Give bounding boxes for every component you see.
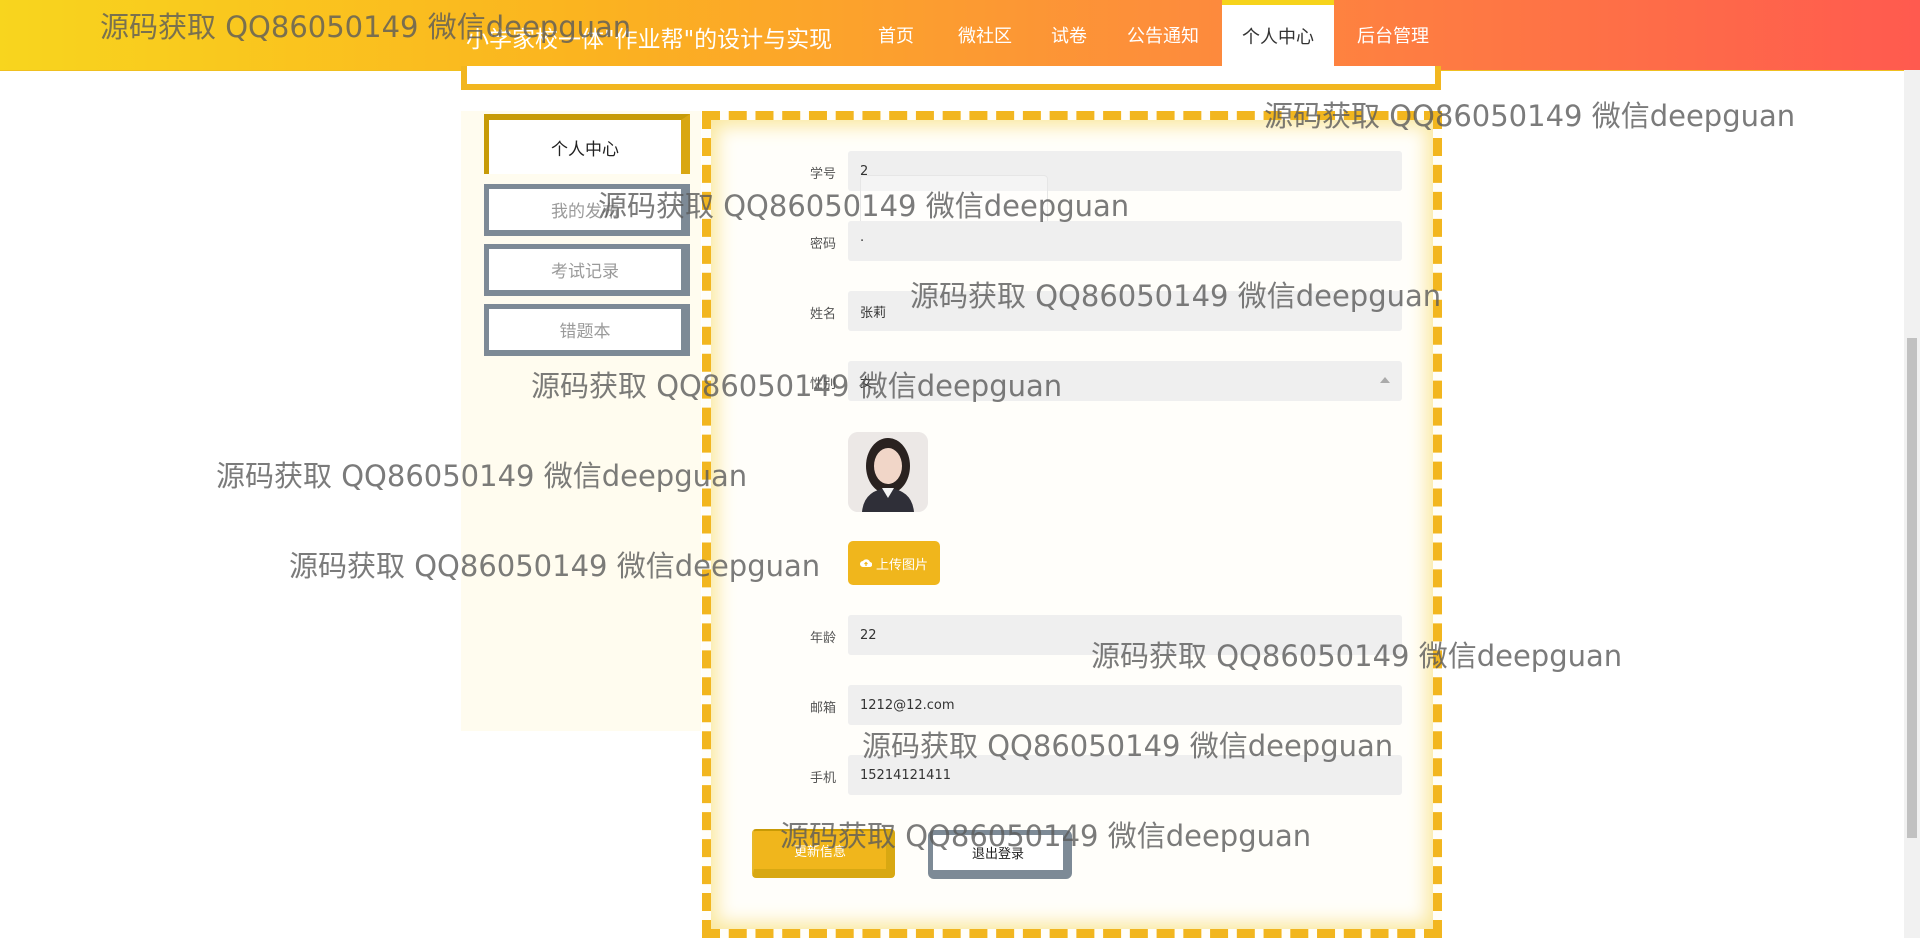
avatar-image (848, 432, 928, 512)
cloud-upload-icon (860, 559, 872, 568)
gender-value: 女 (860, 375, 874, 391)
nav-notice[interactable]: 公告通知 (1127, 0, 1199, 70)
upload-image-button[interactable]: 上传图片 (848, 541, 940, 585)
password-field[interactable]: · (848, 221, 1402, 261)
gender-label: 性别 (809, 377, 836, 392)
sidebar-item-my-posts[interactable]: 我的发布 (484, 184, 690, 236)
sidebar-item-exam-records[interactable]: 考试记录 (484, 244, 690, 296)
nav-admin[interactable]: 后台管理 (1357, 0, 1429, 70)
email-field[interactable]: 1212@12.com (848, 685, 1402, 725)
phone-label: 手机 (809, 771, 836, 786)
phone-field[interactable]: 15214121411 (848, 755, 1402, 795)
age-field[interactable]: 22 (848, 615, 1402, 655)
avatar (848, 432, 928, 512)
upload-button-label: 上传图片 (875, 557, 928, 573)
top-navbar: 小学家校一体"作业帮"的设计与实现 首页 微社区 试卷 公告通知 个人中心 后台… (0, 0, 1920, 71)
name-label: 姓名 (809, 307, 836, 322)
site-title: 小学家校一体"作业帮"的设计与实现 (466, 27, 833, 53)
gender-select[interactable]: 女 (848, 361, 1402, 401)
page-scrollbar[interactable] (1904, 70, 1920, 938)
sidebar-item-personal-center[interactable]: 个人中心 (484, 114, 690, 174)
sidebar-item-wrong-questions[interactable]: 错题本 (484, 304, 690, 356)
nav-exam[interactable]: 试卷 (1051, 0, 1087, 70)
nav-personal-center[interactable]: 个人中心 (1222, 0, 1334, 70)
age-label: 年龄 (809, 631, 836, 646)
update-info-button[interactable]: 更新信息 (752, 829, 895, 878)
email-label: 邮箱 (809, 701, 836, 716)
page-heading-frame (461, 66, 1441, 90)
nav-community[interactable]: 微社区 (958, 0, 1012, 70)
name-field[interactable]: 张莉 (848, 291, 1402, 331)
caret-up-icon (1380, 377, 1390, 383)
student-id-label: 学号 (809, 167, 836, 182)
scrollbar-thumb[interactable] (1907, 338, 1917, 838)
password-label: 密码 (809, 237, 836, 252)
logout-button[interactable]: 退出登录 (928, 830, 1072, 879)
nav-home[interactable]: 首页 (878, 0, 914, 70)
